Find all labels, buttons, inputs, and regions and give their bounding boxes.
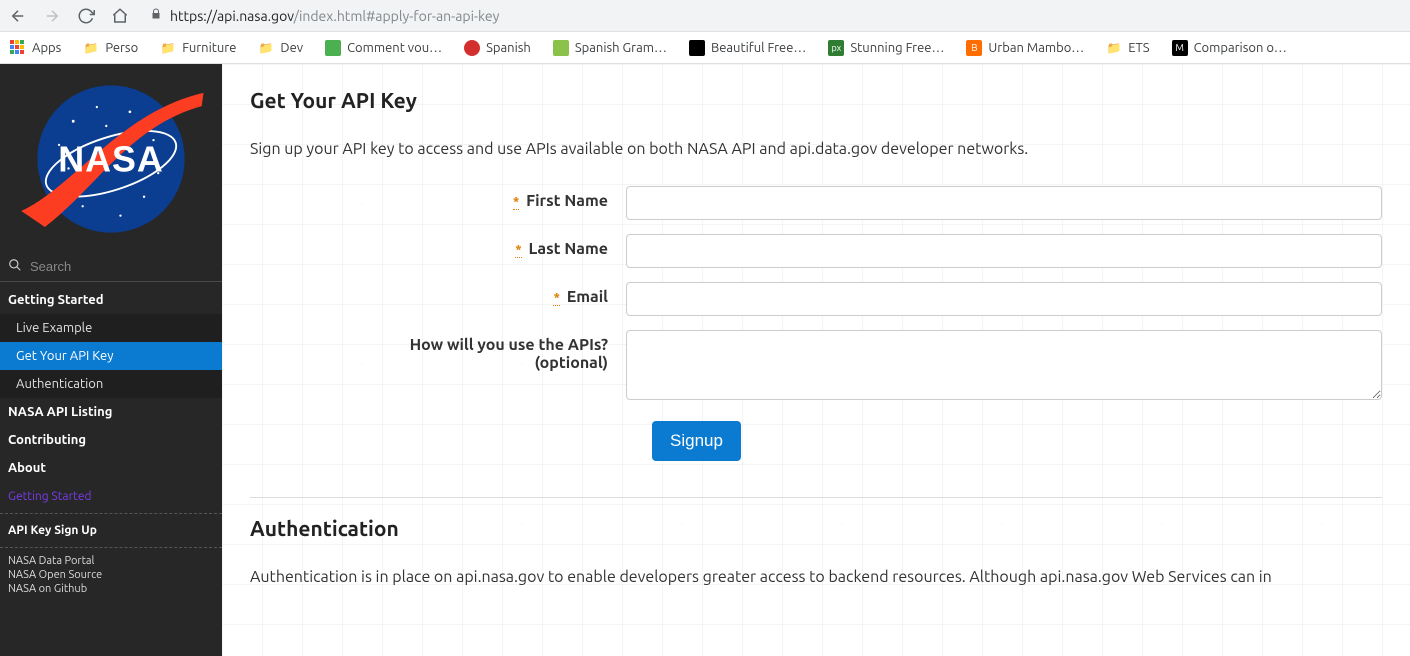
- back-button[interactable]: [8, 6, 28, 26]
- favicon-icon: [464, 40, 480, 56]
- link-nasa-open-source[interactable]: NASA Open Source: [8, 568, 214, 582]
- favicon-icon: px: [828, 40, 844, 56]
- bookmark-comparison[interactable]: M Comparison o…: [1172, 40, 1287, 56]
- label-last-name: * Last Name: [250, 234, 626, 258]
- forward-button[interactable]: [42, 6, 62, 26]
- sidebar-search-input[interactable]: [30, 259, 214, 274]
- separator: [0, 547, 222, 548]
- favicon-icon: [325, 40, 341, 56]
- favicon-icon: M: [1172, 40, 1188, 56]
- address-bar[interactable]: https://api.nasa.gov/index.html#apply-fo…: [144, 4, 1402, 28]
- api-key-signup-head: API Key Sign Up: [8, 520, 214, 541]
- nav-get-api-key[interactable]: Get Your API Key: [0, 342, 222, 370]
- bookmarks-bar: Apps 📁 Perso 📁 Furniture 📁 Dev Comment v…: [0, 32, 1410, 64]
- nav-contributing[interactable]: Contributing: [0, 426, 222, 454]
- nasa-logo: NASA: [0, 64, 222, 254]
- input-api-usage[interactable]: [626, 330, 1382, 400]
- bookmark-urban-mambo[interactable]: B Urban Mambo…: [966, 40, 1084, 56]
- page-title: Get Your API Key: [250, 88, 1382, 112]
- label-api-usage: How will you use the APIs? (optional): [250, 330, 626, 372]
- nav-api-listing[interactable]: NASA API Listing: [0, 398, 222, 426]
- svg-text:NASA: NASA: [58, 139, 163, 179]
- browser-toolbar: https://api.nasa.gov/index.html#apply-fo…: [0, 0, 1410, 32]
- page-lead: Sign up your API key to access and use A…: [250, 140, 1382, 158]
- label-first-name: * First Name: [250, 186, 626, 210]
- required-marker: *: [553, 291, 559, 306]
- favicon-icon: B: [966, 40, 982, 56]
- favicon-icon: [553, 40, 569, 56]
- main-content: Get Your API Key Sign up your API key to…: [222, 64, 1410, 656]
- bookmark-spanish-gram[interactable]: Spanish Gram…: [553, 40, 667, 56]
- bookmark-comment[interactable]: Comment vou…: [325, 40, 442, 56]
- required-marker: *: [513, 195, 519, 210]
- home-button[interactable]: [110, 6, 130, 26]
- folder-icon: 📁: [160, 40, 176, 56]
- bookmark-ets[interactable]: 📁 ETS: [1106, 40, 1149, 56]
- bookmark-beautiful-free[interactable]: Beautiful Free…: [689, 40, 806, 56]
- nav-live-example[interactable]: Live Example: [0, 314, 222, 342]
- reload-button[interactable]: [76, 6, 96, 26]
- input-email[interactable]: [626, 282, 1382, 316]
- input-first-name[interactable]: [626, 186, 1382, 220]
- nav-authentication[interactable]: Authentication: [0, 370, 222, 398]
- url-host: https://api.nasa.gov: [170, 8, 294, 24]
- folder-icon: 📁: [83, 40, 99, 56]
- favicon-icon: [689, 40, 705, 56]
- search-icon: [8, 258, 22, 275]
- signup-button[interactable]: Signup: [652, 421, 741, 461]
- apps-label: Apps: [32, 41, 61, 55]
- required-marker: *: [515, 243, 521, 258]
- sidebar: NASA Getting Started Live Example Get Yo…: [0, 64, 222, 656]
- bookmark-stunning-free[interactable]: px Stunning Free…: [828, 40, 944, 56]
- link-nasa-data-portal[interactable]: NASA Data Portal: [8, 554, 214, 568]
- bookmark-furniture[interactable]: 📁 Furniture: [160, 40, 236, 56]
- bookmark-spanish[interactable]: Spanish: [464, 40, 531, 56]
- folder-icon: 📁: [1106, 40, 1122, 56]
- sidebar-search[interactable]: [0, 254, 222, 282]
- separator: [0, 513, 222, 514]
- bookmark-perso[interactable]: 📁 Perso: [83, 40, 138, 56]
- bookmark-dev[interactable]: 📁 Dev: [258, 40, 303, 56]
- nav-getting-started[interactable]: Getting Started: [0, 286, 222, 314]
- auth-body: Authentication is in place on api.nasa.g…: [250, 568, 1382, 586]
- label-email: * Email: [250, 282, 626, 306]
- nav-about[interactable]: About: [0, 454, 222, 482]
- input-last-name[interactable]: [626, 234, 1382, 268]
- link-getting-started[interactable]: Getting Started: [0, 482, 222, 511]
- apps-icon: [10, 40, 26, 56]
- folder-icon: 📁: [258, 40, 274, 56]
- apps-button[interactable]: Apps: [10, 40, 61, 56]
- section-separator: [250, 497, 1382, 498]
- lock-icon: [150, 8, 162, 23]
- link-nasa-github[interactable]: NASA on Github: [8, 582, 214, 596]
- url-path: /index.html#apply-for-an-api-key: [294, 8, 500, 24]
- auth-title: Authentication: [250, 516, 1382, 540]
